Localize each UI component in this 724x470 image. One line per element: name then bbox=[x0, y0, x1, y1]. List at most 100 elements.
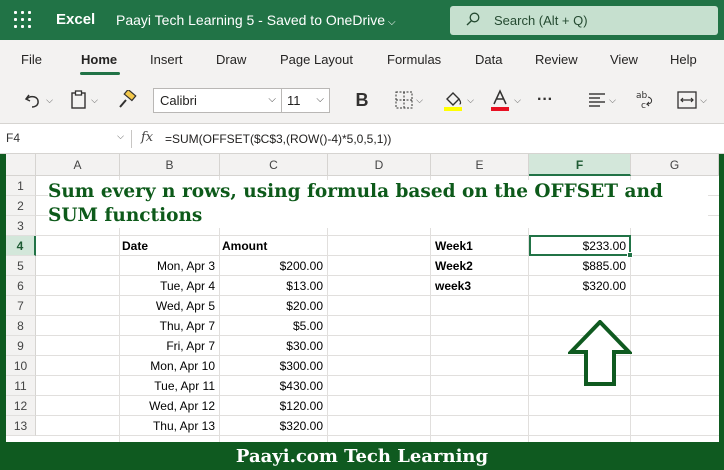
font-color-icon bbox=[491, 89, 510, 111]
divider bbox=[131, 130, 132, 148]
document-title[interactable]: Paayi Tech Learning 5 - Saved to OneDriv… bbox=[116, 12, 396, 28]
footer-banner: Paayi.com Tech Learning bbox=[0, 442, 724, 470]
row-header-7[interactable]: 7 bbox=[6, 296, 36, 316]
chevron-down-icon: ⌵ bbox=[268, 94, 276, 105]
more-button[interactable]: ··· bbox=[532, 88, 558, 112]
amount-header-cell[interactable]: Amount bbox=[222, 236, 326, 256]
font-color-button[interactable]: ⌵ bbox=[484, 88, 526, 112]
borders-button[interactable]: ⌵ bbox=[388, 88, 430, 112]
date-cell[interactable]: Thu, Apr 7 bbox=[120, 316, 219, 336]
summary-value-cell[interactable]: $320.00 bbox=[529, 276, 630, 296]
document-title-text: Paayi Tech Learning 5 - Saved to OneDriv… bbox=[116, 12, 386, 28]
formula-input[interactable]: =SUM(OFFSET($C$3,(ROW()-4)*5,0,5,1)) bbox=[165, 132, 391, 146]
column-header-c[interactable]: C bbox=[220, 154, 328, 176]
chevron-down-icon: ⌵ bbox=[416, 94, 423, 105]
date-header-cell[interactable]: Date bbox=[122, 236, 218, 256]
row-header-1[interactable]: 1 bbox=[6, 176, 36, 196]
amount-cell[interactable]: $20.00 bbox=[220, 296, 327, 316]
tab-insert[interactable]: Insert bbox=[150, 52, 183, 67]
summary-value-cell[interactable]: $885.00 bbox=[529, 256, 630, 276]
insert-function-icon[interactable]: fx bbox=[141, 130, 153, 145]
paste-button[interactable]: ⌵ bbox=[64, 88, 104, 112]
chevron-down-icon: ⌵ bbox=[91, 94, 98, 105]
row-header-13[interactable]: 13 bbox=[6, 416, 36, 436]
bold-button[interactable]: B bbox=[350, 88, 374, 112]
ribbon: ⌵ ⌵ Calibri ⌵ 11 ⌵ B ⌵ ⌵ ⌵ ··· ⌵ ab c ⌵ bbox=[0, 80, 724, 124]
font-name-value: Calibri bbox=[160, 93, 197, 108]
column-header-d[interactable]: D bbox=[328, 154, 431, 176]
date-cell[interactable]: Mon, Apr 10 bbox=[120, 356, 219, 376]
summary-label-cell[interactable]: Week2 bbox=[435, 256, 527, 276]
date-cell[interactable]: Tue, Apr 4 bbox=[120, 276, 219, 296]
tab-draw[interactable]: Draw bbox=[216, 52, 246, 67]
amount-cell[interactable]: $300.00 bbox=[220, 356, 327, 376]
row-header-6[interactable]: 6 bbox=[6, 276, 36, 296]
row-header-9[interactable]: 9 bbox=[6, 336, 36, 356]
font-size-value: 11 bbox=[287, 93, 301, 108]
undo-icon bbox=[24, 94, 39, 108]
column-header-g[interactable]: G bbox=[631, 154, 719, 176]
tab-review[interactable]: Review bbox=[535, 52, 578, 67]
tab-home[interactable]: Home bbox=[81, 52, 117, 67]
chevron-down-icon: ⌵ bbox=[700, 94, 707, 105]
search-input[interactable]: Search (Alt + Q) bbox=[450, 6, 718, 35]
row-header-12[interactable]: 12 bbox=[6, 396, 36, 416]
column-header-f[interactable]: F bbox=[529, 154, 631, 176]
tab-formulas[interactable]: Formulas bbox=[387, 52, 441, 67]
format-painter-button[interactable] bbox=[114, 88, 140, 112]
summary-label-cell[interactable]: Week1 bbox=[435, 236, 527, 256]
name-box-value: F4 bbox=[6, 131, 21, 145]
name-box[interactable]: F4 ⌵ bbox=[6, 129, 126, 149]
amount-cell[interactable]: $320.00 bbox=[220, 416, 327, 436]
amount-cell[interactable]: $120.00 bbox=[220, 396, 327, 416]
row-header-11[interactable]: 11 bbox=[6, 376, 36, 396]
align-button[interactable]: ⌵ bbox=[582, 88, 622, 112]
date-cell[interactable]: Fri, Apr 7 bbox=[120, 336, 219, 356]
amount-cell[interactable]: $200.00 bbox=[220, 256, 327, 276]
row-header-3[interactable]: 3 bbox=[6, 216, 36, 236]
wrap-text-icon: ab c bbox=[636, 91, 653, 111]
bold-icon: B bbox=[355, 89, 369, 110]
fill-handle[interactable] bbox=[627, 252, 633, 258]
format-painter-icon bbox=[119, 90, 137, 108]
date-cell[interactable]: Mon, Apr 3 bbox=[120, 256, 219, 276]
column-header-b[interactable]: B bbox=[120, 154, 220, 176]
date-cell[interactable]: Wed, Apr 5 bbox=[120, 296, 219, 316]
app-launcher-icon[interactable] bbox=[14, 11, 32, 29]
font-name-select[interactable]: Calibri ⌵ bbox=[153, 88, 282, 113]
up-arrow-icon bbox=[568, 320, 632, 386]
row-header-5[interactable]: 5 bbox=[6, 256, 36, 276]
amount-cell[interactable]: $30.00 bbox=[220, 336, 327, 356]
date-cell[interactable]: Thu, Apr 13 bbox=[120, 416, 219, 436]
summary-label-cell[interactable]: week3 bbox=[435, 276, 527, 296]
tab-view[interactable]: View bbox=[610, 52, 638, 67]
row-header-2[interactable]: 2 bbox=[6, 196, 36, 216]
tab-page-layout[interactable]: Page Layout bbox=[280, 52, 353, 67]
amount-cell[interactable]: $430.00 bbox=[220, 376, 327, 396]
date-cell[interactable]: Wed, Apr 12 bbox=[120, 396, 219, 416]
chevron-down-icon: ⌵ bbox=[514, 94, 521, 105]
column-header-e[interactable]: E bbox=[431, 154, 529, 176]
tab-help[interactable]: Help bbox=[670, 52, 697, 67]
column-header-a[interactable]: A bbox=[36, 154, 120, 176]
fill-color-icon bbox=[444, 92, 463, 111]
svg-text:ab: ab bbox=[636, 91, 648, 101]
amount-cell[interactable]: $13.00 bbox=[220, 276, 327, 296]
row-header-8[interactable]: 8 bbox=[6, 316, 36, 336]
font-size-select[interactable]: 11 ⌵ bbox=[282, 88, 330, 113]
more-icon: ··· bbox=[537, 91, 553, 108]
tab-file[interactable]: File bbox=[21, 52, 42, 67]
row-header-10[interactable]: 10 bbox=[6, 356, 36, 376]
undo-button[interactable]: ⌵ bbox=[16, 88, 60, 112]
row-header-4[interactable]: 4 bbox=[6, 236, 36, 256]
fill-color-button[interactable]: ⌵ bbox=[437, 88, 479, 112]
tab-data[interactable]: Data bbox=[475, 52, 502, 67]
merge-icon bbox=[677, 91, 697, 109]
title-bar: Excel Paayi Tech Learning 5 - Saved to O… bbox=[0, 0, 724, 40]
merge-button[interactable]: ⌵ bbox=[670, 88, 714, 112]
amount-cell[interactable]: $5.00 bbox=[220, 316, 327, 336]
select-all-corner[interactable] bbox=[6, 154, 36, 176]
date-cell[interactable]: Tue, Apr 11 bbox=[120, 376, 219, 396]
worksheet-grid[interactable]: A B C D E F G 1 2 3 4 5 6 7 8 9 10 11 12… bbox=[6, 154, 719, 442]
wrap-text-button[interactable]: ab c bbox=[634, 88, 656, 112]
